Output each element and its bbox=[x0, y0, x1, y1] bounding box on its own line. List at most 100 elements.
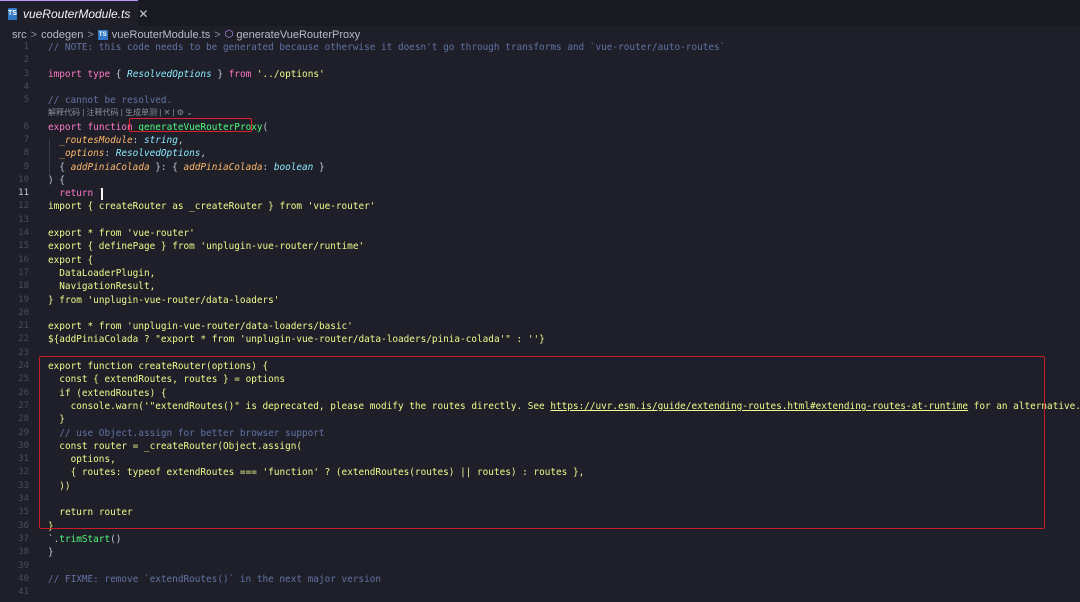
highlight-box-function-name bbox=[129, 118, 252, 132]
line-number: 36 bbox=[18, 520, 29, 531]
chevron-right-icon: > bbox=[214, 28, 221, 41]
code-line[interactable]: 2 bbox=[0, 54, 1080, 67]
close-icon[interactable]: ✕ bbox=[138, 7, 148, 21]
code-text: { addPiniaColada }: { addPiniaColada: bo… bbox=[48, 161, 325, 173]
code-line[interactable]: 41 bbox=[0, 586, 1080, 599]
code-text: ${addPiniaColada ? "export * from 'unplu… bbox=[48, 334, 545, 346]
code-text: _routesModule: string, bbox=[59, 134, 184, 146]
code-text: export * from 'vue-router' bbox=[48, 228, 195, 239]
codelens-actions[interactable]: 解释代码 | 注释代码 | 生成单测 | ✕ | ⚙ ⌄ bbox=[48, 107, 193, 118]
line-number: 16 bbox=[18, 254, 29, 265]
line-number: 4 bbox=[23, 81, 29, 92]
line-number: 33 bbox=[18, 480, 29, 491]
tab-bar: TS vueRouterModule.ts ✕ bbox=[0, 0, 1080, 26]
code-text: ) { bbox=[48, 174, 65, 186]
line-number: 22 bbox=[18, 334, 29, 345]
highlight-box-create-router bbox=[39, 356, 1045, 529]
code-line[interactable]: 22 ${addPiniaColada ? "export * from 'unp… bbox=[0, 333, 1080, 346]
code-line[interactable]: 5 // cannot be resolved. bbox=[0, 94, 1080, 107]
chevron-right-icon: > bbox=[87, 28, 94, 41]
code-text: } from 'unplugin-vue-router/data-loaders… bbox=[48, 294, 280, 306]
line-number: 20 bbox=[18, 307, 29, 318]
line-number: 30 bbox=[18, 440, 29, 451]
code-line[interactable]: 4 bbox=[0, 81, 1080, 94]
line-number: 6 bbox=[23, 121, 29, 132]
code-text: export { definePage } from 'unplugin-vue… bbox=[48, 241, 365, 253]
line-number: 37 bbox=[18, 533, 29, 544]
line-number: 34 bbox=[18, 494, 29, 504]
code-line[interactable]: 10) { bbox=[0, 174, 1080, 187]
line-number: 15 bbox=[18, 241, 29, 252]
line-number: 14 bbox=[18, 228, 29, 238]
line-number: 31 bbox=[18, 454, 29, 465]
breadcrumb-src[interactable]: src bbox=[12, 29, 27, 41]
code-text: NavigationResult, bbox=[48, 281, 156, 293]
line-number: 27 bbox=[18, 400, 29, 411]
line-number: 21 bbox=[18, 321, 29, 332]
line-number: 17 bbox=[18, 267, 29, 278]
code-line[interactable]: 40 // FIXME: remove `extendRoutes()` in t… bbox=[0, 573, 1080, 586]
line-number: 26 bbox=[18, 387, 29, 398]
code-line[interactable]: 14 export * from 'vue-router' bbox=[0, 227, 1080, 240]
code-line[interactable]: 21 export * from 'unplugin-vue-router/dat… bbox=[0, 320, 1080, 333]
line-number: 38 bbox=[18, 547, 29, 558]
line-number: 41 bbox=[18, 587, 29, 598]
typescript-file-icon: TS bbox=[97, 29, 108, 40]
typescript-file-icon: TS bbox=[8, 7, 17, 20]
code-line[interactable]: 16 export { bbox=[0, 254, 1080, 267]
line-number: 8 bbox=[23, 148, 29, 159]
text-cursor bbox=[101, 188, 103, 201]
code-text: DataLoaderPlugin, bbox=[48, 267, 156, 279]
code-line[interactable]: 18 NavigationResult, bbox=[0, 280, 1080, 293]
line-number: 2 bbox=[23, 55, 29, 66]
code-line[interactable]: 15 export { definePage } from 'unplugin-v… bbox=[0, 240, 1080, 253]
line-number: 5 bbox=[23, 95, 29, 106]
breadcrumb-codegen[interactable]: codegen bbox=[41, 29, 83, 41]
code-line[interactable]: 3 import type { ResolvedOptions } from '.… bbox=[0, 68, 1080, 81]
code-text: export { bbox=[48, 254, 94, 266]
line-number: 9 bbox=[23, 161, 29, 172]
line-number: 32 bbox=[18, 467, 29, 478]
code-line[interactable]: 9 { addPiniaColada }: { addPiniaColada: … bbox=[0, 161, 1080, 174]
code-line[interactable]: 37 `.trimStart() bbox=[0, 533, 1080, 546]
line-number: 11 bbox=[18, 188, 29, 199]
code-line[interactable]: 11 return ` bbox=[0, 187, 1080, 200]
line-number: 3 bbox=[23, 68, 29, 79]
line-number: 35 bbox=[18, 507, 29, 518]
code-line[interactable]: 12 import { createRouter as _createRouter… bbox=[0, 200, 1080, 213]
code-line[interactable]: 1 // NOTE: this code needs to be generate… bbox=[0, 41, 1080, 54]
line-number: 39 bbox=[18, 560, 29, 571]
method-cube-icon: ⬡ bbox=[224, 29, 234, 40]
code-text: // NOTE: this code needs to be generated… bbox=[48, 42, 726, 53]
code-text: `.trimStart() bbox=[48, 533, 122, 545]
chevron-right-icon: > bbox=[30, 28, 38, 41]
breadcrumb: src > codegen > TS vueRouterModule.ts > … bbox=[0, 27, 1080, 42]
code-line[interactable]: 7 _routesModule: string, bbox=[0, 134, 1080, 147]
code-line[interactable]: 17 DataLoaderPlugin, bbox=[0, 267, 1080, 280]
line-number: 18 bbox=[18, 281, 29, 292]
line-number: 12 bbox=[18, 201, 29, 212]
breadcrumb-file[interactable]: vueRouterModule.ts bbox=[112, 29, 210, 41]
line-number: 29 bbox=[18, 427, 29, 438]
breadcrumb-symbol[interactable]: generateVueRouterProxy bbox=[236, 29, 360, 41]
line-number: 25 bbox=[18, 374, 29, 385]
code-line[interactable]: 20 bbox=[0, 307, 1080, 320]
line-number: 13 bbox=[18, 214, 29, 225]
code-text: return ` bbox=[59, 188, 105, 200]
code-text: // FIXME: remove `extendRoutes()` in the… bbox=[48, 573, 382, 585]
code-text: import { createRouter as _createRouter }… bbox=[48, 201, 376, 213]
line-number: 24 bbox=[18, 361, 29, 371]
line-number: 40 bbox=[18, 573, 29, 584]
code-line[interactable]: 38} bbox=[0, 546, 1080, 559]
code-line[interactable]: 13 bbox=[0, 214, 1080, 227]
tab-vue-router-module[interactable]: TS vueRouterModule.ts ✕ bbox=[0, 0, 148, 26]
code-line[interactable]: 8 _options: ResolvedOptions, bbox=[0, 147, 1080, 160]
code-line[interactable]: 19} from 'unplugin-vue-router/data-loade… bbox=[0, 294, 1080, 307]
code-text: // cannot be resolved. bbox=[48, 95, 173, 107]
code-text: _options: ResolvedOptions, bbox=[59, 148, 207, 160]
tab-title: vueRouterModule.ts bbox=[22, 6, 131, 21]
code-text: import type { ResolvedOptions } from '..… bbox=[48, 68, 325, 80]
line-number: 28 bbox=[18, 414, 29, 425]
code-text: } bbox=[48, 547, 54, 559]
code-line[interactable]: 39 bbox=[0, 560, 1080, 573]
